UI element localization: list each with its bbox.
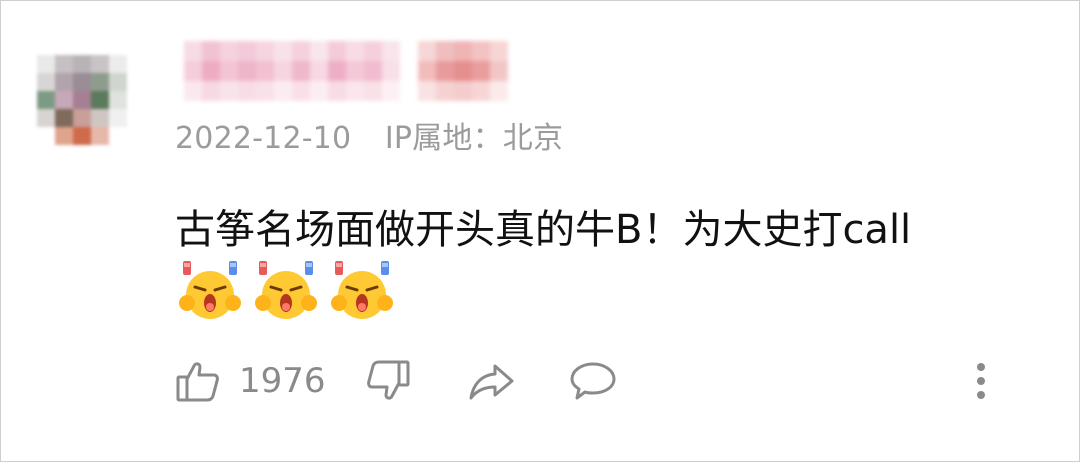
thumbs-up-icon <box>176 362 219 402</box>
username[interactable] <box>166 41 526 101</box>
call-cheer-emoji <box>179 261 241 319</box>
call-cheer-emoji <box>331 261 393 319</box>
comment-card: 2022-12-10 IP属地：北京 古筝名场面做开头真的牛B！为大史打call <box>0 0 1080 462</box>
like-button[interactable]: 1976 <box>175 353 326 409</box>
comment-icon <box>570 362 616 400</box>
share-icon <box>469 364 514 400</box>
emoji-row <box>179 259 393 321</box>
thumbs-down-icon <box>367 360 410 400</box>
dislike-button[interactable] <box>365 353 411 409</box>
comment-meta: 2022-12-10 IP属地：北京 <box>175 113 563 157</box>
call-cheer-emoji <box>255 261 317 319</box>
more-vertical-icon <box>977 363 985 399</box>
like-count: 1976 <box>239 361 326 401</box>
reply-button[interactable] <box>569 353 617 409</box>
avatar[interactable] <box>37 55 145 155</box>
more-button[interactable] <box>973 353 989 409</box>
share-button[interactable] <box>467 353 515 409</box>
comment-date: 2022-12-10 <box>175 121 352 156</box>
comment-actions: 1976 <box>175 353 1005 409</box>
comment-text: 古筝名场面做开头真的牛B！为大史打call <box>175 207 912 253</box>
ip-location: IP属地：北京 <box>384 121 564 156</box>
